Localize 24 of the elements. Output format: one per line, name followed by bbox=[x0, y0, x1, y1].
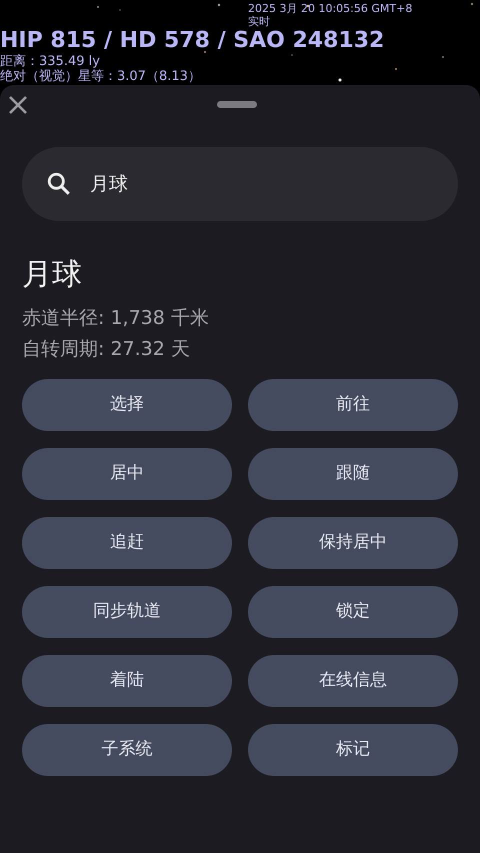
detail-text: 自转周期: 27.32 天 bbox=[22, 337, 191, 362]
search-field[interactable]: 月球 bbox=[22, 147, 458, 221]
date-time-text: 2025 3月 20 10:05:56 GMT+8 bbox=[248, 2, 414, 15]
action-button[interactable]: 居中 bbox=[22, 448, 232, 500]
action-button[interactable]: 同步轨道 bbox=[22, 586, 232, 638]
object-title: HIP 815 / HD 578 / SAO 248132 bbox=[0, 28, 384, 53]
time-mode-text: 实时 bbox=[248, 15, 271, 28]
action-button[interactable]: 在线信息 bbox=[248, 655, 458, 707]
drag-handle[interactable] bbox=[217, 101, 257, 108]
detail-text: 赤道半径: 1,738 千米 bbox=[22, 306, 210, 331]
action-button[interactable]: 着陆 bbox=[22, 655, 232, 707]
action-button[interactable]: 保持居中 bbox=[248, 517, 458, 569]
distance-text: 距离：335.49 ly bbox=[0, 54, 101, 69]
action-button[interactable]: 标记 bbox=[248, 724, 458, 776]
action-button[interactable]: 选择 bbox=[22, 379, 232, 431]
object-name: 月球 bbox=[22, 256, 83, 294]
action-button[interactable]: 锁定 bbox=[248, 586, 458, 638]
magnitude-text: 绝对（视觉）星等：3.07（8.13） bbox=[0, 69, 202, 84]
action-button[interactable]: 子系统 bbox=[22, 724, 232, 776]
action-button[interactable]: 追赶 bbox=[22, 517, 232, 569]
action-button[interactable]: 跟随 bbox=[248, 448, 458, 500]
search-icon bbox=[46, 171, 72, 197]
close-icon[interactable] bbox=[8, 95, 28, 115]
action-button[interactable]: 前往 bbox=[248, 379, 458, 431]
